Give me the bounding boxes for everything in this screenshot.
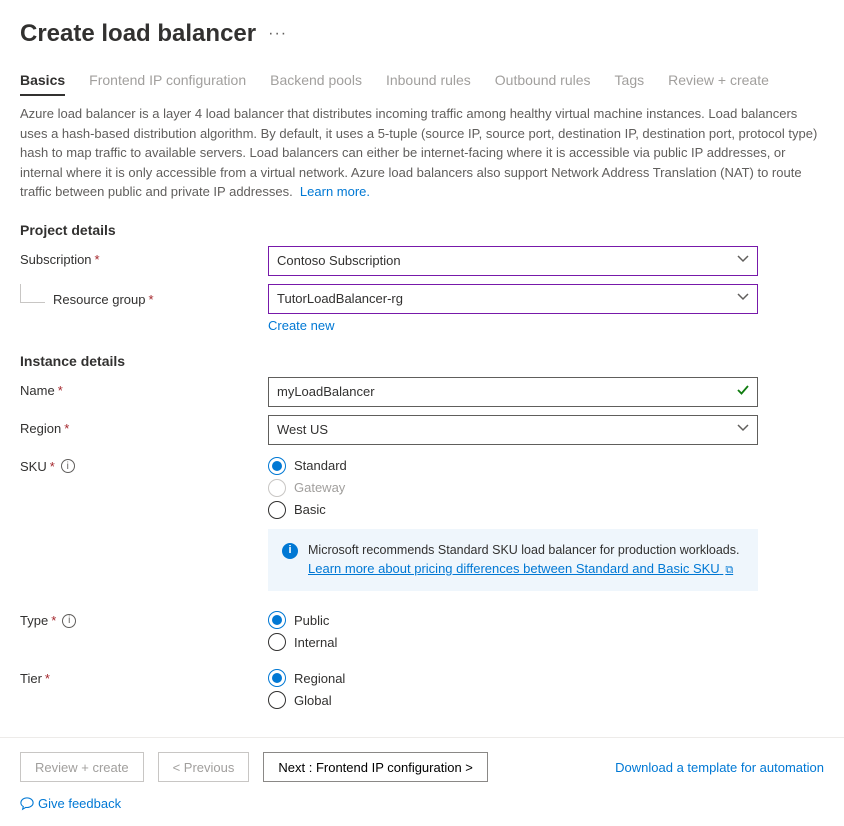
name-value: myLoadBalancer	[277, 384, 375, 399]
create-new-resource-group-link[interactable]: Create new	[268, 318, 334, 333]
sku-option-standard: Standard	[294, 458, 347, 473]
chevron-down-icon	[737, 422, 749, 437]
tier-option-regional: Regional	[294, 671, 345, 686]
chevron-down-icon	[737, 291, 749, 306]
external-link-icon: ⧉	[725, 564, 733, 576]
info-icon: i	[282, 543, 298, 559]
tab-basics[interactable]: Basics	[20, 72, 65, 96]
tab-inbound-rules[interactable]: Inbound rules	[386, 72, 471, 96]
sku-option-gateway: Gateway	[294, 480, 345, 495]
next-button[interactable]: Next : Frontend IP configuration >	[263, 752, 488, 782]
subscription-select[interactable]: Contoso Subscription	[268, 246, 758, 276]
required-asterisk: *	[64, 421, 69, 436]
required-asterisk: *	[149, 292, 154, 307]
feedback-icon	[20, 797, 34, 811]
type-option-public: Public	[294, 613, 329, 628]
type-radio-internal[interactable]	[268, 633, 286, 651]
type-option-internal: Internal	[294, 635, 337, 650]
instance-details-heading: Instance details	[20, 353, 824, 369]
required-asterisk: *	[50, 459, 55, 474]
sku-radio-standard[interactable]	[268, 457, 286, 475]
region-label: Region	[20, 421, 61, 436]
tab-backend-pools[interactable]: Backend pools	[270, 72, 362, 96]
sku-pricing-link-text: Learn more about pricing differences bet…	[308, 561, 720, 576]
required-asterisk: *	[51, 613, 56, 628]
required-asterisk: *	[45, 671, 50, 686]
resource-group-select[interactable]: TutorLoadBalancer-rg	[268, 284, 758, 314]
sku-radio-gateway	[268, 479, 286, 497]
tab-review-create[interactable]: Review + create	[668, 72, 769, 96]
subscription-value: Contoso Subscription	[277, 253, 401, 268]
info-icon[interactable]: i	[61, 459, 75, 473]
region-select[interactable]: West US	[268, 415, 758, 445]
name-input[interactable]: myLoadBalancer	[268, 377, 758, 407]
chevron-down-icon	[737, 253, 749, 268]
give-feedback-link[interactable]: Give feedback	[20, 796, 121, 811]
info-icon[interactable]: i	[62, 614, 76, 628]
tier-label: Tier	[20, 671, 42, 686]
sku-option-basic: Basic	[294, 502, 326, 517]
checkmark-icon	[737, 384, 749, 399]
required-asterisk: *	[58, 383, 63, 398]
resource-group-value: TutorLoadBalancer-rg	[277, 291, 403, 306]
required-asterisk: *	[95, 252, 100, 267]
tier-option-global: Global	[294, 693, 332, 708]
review-create-button: Review + create	[20, 752, 144, 782]
more-actions-icon[interactable]: ···	[268, 25, 287, 43]
download-template-link[interactable]: Download a template for automation	[615, 760, 824, 775]
type-radio-public[interactable]	[268, 611, 286, 629]
previous-button: < Previous	[158, 752, 250, 782]
sku-info-box: i Microsoft recommends Standard SKU load…	[268, 529, 758, 592]
type-label: Type	[20, 613, 48, 628]
name-label: Name	[20, 383, 55, 398]
subscription-label: Subscription	[20, 252, 92, 267]
give-feedback-text: Give feedback	[38, 796, 121, 811]
tier-radio-global[interactable]	[268, 691, 286, 709]
tab-tags[interactable]: Tags	[615, 72, 645, 96]
wizard-footer: Review + create < Previous Next : Fronte…	[0, 737, 844, 825]
sku-info-text: Microsoft recommends Standard SKU load b…	[308, 543, 739, 557]
page-title: Create load balancer	[20, 20, 256, 48]
learn-more-link[interactable]: Learn more.	[300, 184, 370, 199]
resource-group-label: Resource group	[53, 292, 146, 307]
region-value: West US	[277, 422, 328, 437]
sku-label: SKU	[20, 459, 47, 474]
tab-frontend-ip[interactable]: Frontend IP configuration	[89, 72, 246, 96]
tier-radio-regional[interactable]	[268, 669, 286, 687]
project-details-heading: Project details	[20, 222, 824, 238]
sku-pricing-link[interactable]: Learn more about pricing differences bet…	[308, 561, 733, 576]
intro-text: Azure load balancer is a layer 4 load ba…	[20, 106, 817, 199]
tab-bar: Basics Frontend IP configuration Backend…	[20, 72, 824, 96]
sku-radio-basic[interactable]	[268, 501, 286, 519]
tab-outbound-rules[interactable]: Outbound rules	[495, 72, 591, 96]
intro-paragraph: Azure load balancer is a layer 4 load ba…	[20, 104, 824, 202]
